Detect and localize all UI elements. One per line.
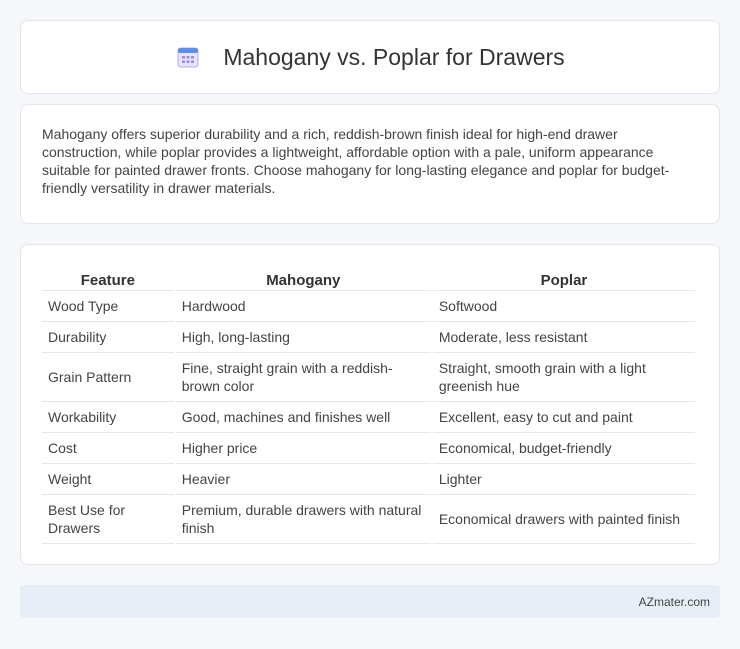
footer: AZmater.com: [20, 585, 720, 618]
table-row: Grain Pattern Fine, straight grain with …: [42, 353, 695, 402]
page-title: Mahogany vs. Poplar for Drawers: [223, 43, 565, 70]
table-cell: Excellent, easy to cut and paint: [432, 402, 695, 433]
table-cell: Moderate, less resistant: [432, 322, 695, 353]
table-cell: Economical, budget-friendly: [432, 433, 695, 464]
table-header-row: Feature Mahogany Poplar: [42, 265, 695, 291]
column-header: Feature: [42, 265, 174, 291]
table-cell: Economical drawers with painted finish: [432, 495, 695, 544]
table-row: Cost Higher price Economical, budget-fri…: [42, 433, 695, 464]
title-card: Mahogany vs. Poplar for Drawers: [20, 20, 720, 94]
table-cell: Softwood: [432, 291, 695, 322]
table-cell: Straight, smooth grain with a light gree…: [432, 353, 695, 402]
comparison-card: Feature Mahogany Poplar Wood Type Hardwo…: [20, 244, 720, 565]
table-cell: High, long-lasting: [175, 322, 431, 353]
table-cell: Hardwood: [175, 291, 431, 322]
table-cell: Best Use for Drawers: [42, 495, 174, 544]
table-row: Wood Type Hardwood Softwood: [42, 291, 695, 322]
table-cell: Grain Pattern: [42, 353, 174, 402]
table-cell: Higher price: [175, 433, 431, 464]
calendar-icon: [177, 47, 199, 68]
table-cell: Lighter: [432, 464, 695, 495]
table-cell: Premium, durable drawers with natural fi…: [175, 495, 431, 544]
footer-site-link[interactable]: AZmater.com: [639, 595, 710, 609]
table-cell: Heavier: [175, 464, 431, 495]
table-row: Best Use for Drawers Premium, durable dr…: [42, 495, 695, 544]
table-row: Workability Good, machines and finishes …: [42, 402, 695, 433]
table-cell: Weight: [42, 464, 174, 495]
table-cell: Workability: [42, 402, 174, 433]
intro-card: Mahogany offers superior durability and …: [20, 104, 720, 224]
table-cell: Durability: [42, 322, 174, 353]
comparison-table: Feature Mahogany Poplar Wood Type Hardwo…: [40, 265, 697, 544]
column-header: Poplar: [432, 265, 695, 291]
table-row: Weight Heavier Lighter: [42, 464, 695, 495]
column-header: Mahogany: [175, 265, 431, 291]
table-cell: Good, machines and finishes well: [175, 402, 431, 433]
table-cell: Wood Type: [42, 291, 174, 322]
table-cell: Cost: [42, 433, 174, 464]
table-row: Durability High, long-lasting Moderate, …: [42, 322, 695, 353]
intro-text: Mahogany offers superior durability and …: [42, 126, 670, 196]
table-cell: Fine, straight grain with a reddish-brow…: [175, 353, 431, 402]
